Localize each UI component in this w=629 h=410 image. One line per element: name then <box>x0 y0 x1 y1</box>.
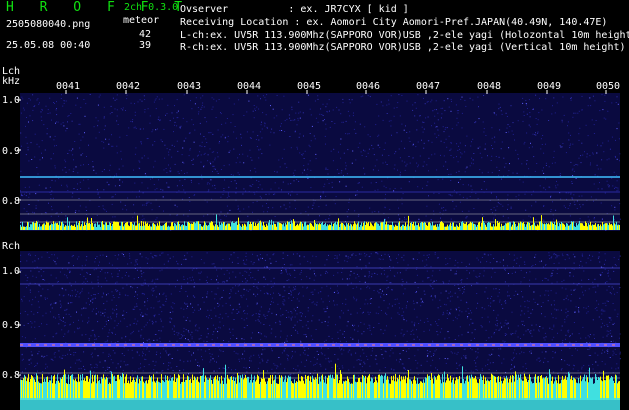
spectrogram-canvas <box>17 90 621 410</box>
khz-unit-label: kHz <box>2 76 21 87</box>
rch-freq-0.8: 0.8 <box>2 370 21 381</box>
lch-freq-0.8: 0.8 <box>2 196 21 207</box>
rch-level-base <box>20 398 620 410</box>
rch-freq-0.9: 0.9 <box>2 320 21 331</box>
rch-label: Rch <box>2 241 21 252</box>
rch-freq-1.0: 1.0 <box>2 266 21 277</box>
lch-freq-1.0: 1.0 <box>2 95 21 106</box>
lch-freq-0.9: 0.9 <box>2 146 21 157</box>
